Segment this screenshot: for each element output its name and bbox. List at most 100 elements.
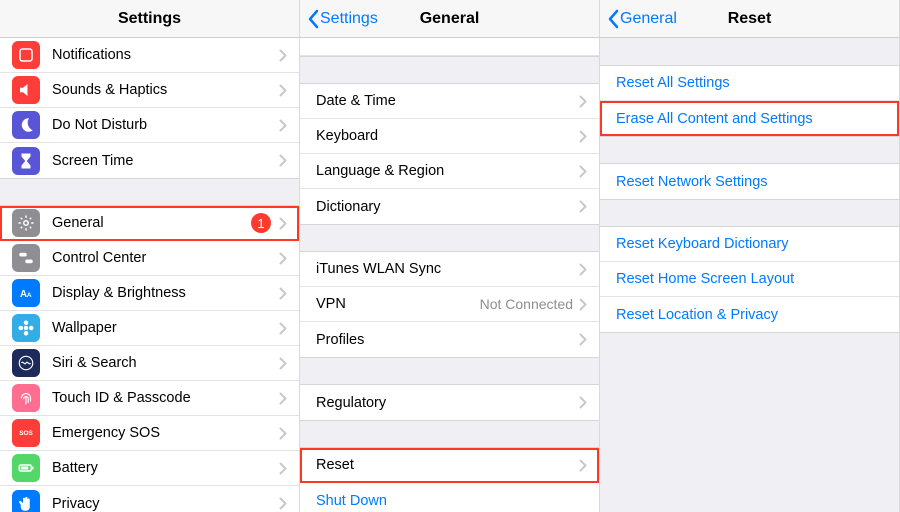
chevron-right-icon xyxy=(279,119,287,132)
chevron-right-icon xyxy=(279,287,287,300)
sidebar-item-general[interactable]: General1 xyxy=(0,206,299,241)
back-button[interactable]: General xyxy=(606,0,677,38)
row-label: Battery xyxy=(52,460,277,476)
chevron-right-icon xyxy=(279,357,287,370)
chevron-right-icon xyxy=(279,154,287,167)
notifications-icon xyxy=(12,41,40,69)
svg-text:A: A xyxy=(20,289,27,300)
chevron-right-icon xyxy=(579,396,587,409)
row-label: Siri & Search xyxy=(52,355,277,371)
row-label: Privacy xyxy=(52,496,277,512)
row-reset-all-settings[interactable]: Reset All Settings xyxy=(600,66,899,101)
sos-icon: SOS xyxy=(12,419,40,447)
moon-icon xyxy=(12,111,40,139)
siri-icon xyxy=(12,349,40,377)
row-label: Touch ID & Passcode xyxy=(52,390,277,406)
row-label: Regulatory xyxy=(316,395,579,411)
reset-list: Reset All Settings Erase All Content and … xyxy=(600,38,899,512)
row-label: Language & Region xyxy=(316,163,579,179)
row-profiles[interactable]: Profiles xyxy=(300,322,599,357)
sidebar-item-wallpaper[interactable]: Wallpaper xyxy=(0,311,299,346)
row-vpn[interactable]: VPNNot Connected xyxy=(300,287,599,322)
sidebar-item-touch-id-passcode[interactable]: Touch ID & Passcode xyxy=(0,381,299,416)
row-reset-network-settings[interactable]: Reset Network Settings xyxy=(600,164,899,199)
row-label: Wallpaper xyxy=(52,320,277,336)
settings-panel: Settings Notifications Sounds & Haptics Do… xyxy=(0,0,300,512)
row-label: Do Not Disturb xyxy=(52,117,277,133)
row-shut-down[interactable]: Shut Down xyxy=(300,483,599,512)
chevron-right-icon xyxy=(279,252,287,265)
row-label: Reset Network Settings xyxy=(616,174,887,190)
row-label: General xyxy=(52,215,251,231)
battery-icon xyxy=(12,454,40,482)
row-itunes-wlan-sync[interactable]: iTunes WLAN Sync xyxy=(300,252,599,287)
chevron-right-icon xyxy=(279,392,287,405)
sidebar-item-do-not-disturb[interactable]: Do Not Disturb xyxy=(0,108,299,143)
row-label: Screen Time xyxy=(52,153,277,169)
general-panel: Settings General Date & Time Keyboard Lang… xyxy=(300,0,600,512)
row-label: Reset Location & Privacy xyxy=(616,307,887,323)
back-button[interactable]: Settings xyxy=(306,0,378,38)
chevron-right-icon xyxy=(279,322,287,335)
chevron-right-icon xyxy=(279,84,287,97)
row-reset[interactable]: Reset xyxy=(300,448,599,483)
sidebar-item-notifications[interactable]: Notifications xyxy=(0,38,299,73)
general-list: Date & Time Keyboard Language & Region Dict… xyxy=(300,38,599,512)
row-regulatory[interactable]: Regulatory xyxy=(300,385,599,420)
sidebar-item-control-center[interactable]: Control Center xyxy=(0,241,299,276)
sidebar-item-screen-time[interactable]: Screen Time xyxy=(0,143,299,178)
sidebar-item-sounds-haptics[interactable]: Sounds & Haptics xyxy=(0,73,299,108)
aa-icon: AA xyxy=(12,279,40,307)
row-label: Display & Brightness xyxy=(52,285,277,301)
hourglass-icon xyxy=(12,147,40,175)
row-reset-keyboard-dictionary[interactable]: Reset Keyboard Dictionary xyxy=(600,227,899,262)
sidebar-item-emergency-sos[interactable]: SOSEmergency SOS xyxy=(0,416,299,451)
row-label: Profiles xyxy=(316,332,579,348)
svg-text:A: A xyxy=(27,292,32,299)
chevron-right-icon xyxy=(579,298,587,311)
page-title: Reset xyxy=(728,10,772,28)
row-keyboard[interactable]: Keyboard xyxy=(300,119,599,154)
fingerprint-icon xyxy=(12,384,40,412)
header: Settings General xyxy=(300,0,599,38)
back-label: Settings xyxy=(320,10,378,28)
chevron-right-icon xyxy=(579,333,587,346)
sidebar-item-battery[interactable]: Battery xyxy=(0,451,299,486)
chevron-right-icon xyxy=(579,95,587,108)
row-label: Reset Keyboard Dictionary xyxy=(616,236,887,252)
chevron-right-icon xyxy=(579,130,587,143)
chevron-right-icon xyxy=(279,462,287,475)
sounds-icon xyxy=(12,76,40,104)
row-label: Dictionary xyxy=(316,199,579,215)
header: Settings xyxy=(0,0,299,38)
row-dictionary[interactable]: Dictionary xyxy=(300,189,599,224)
page-title: Settings xyxy=(118,10,181,28)
row-label: iTunes WLAN Sync xyxy=(316,261,579,277)
sidebar-item-display-brightness[interactable]: AA Display & Brightness xyxy=(0,276,299,311)
chevron-right-icon xyxy=(579,263,587,276)
row-language-region[interactable]: Language & Region xyxy=(300,154,599,189)
row-erase-all-content-and-settings[interactable]: Erase All Content and Settings xyxy=(600,101,899,136)
chevron-right-icon xyxy=(279,427,287,440)
row-label: Sounds & Haptics xyxy=(52,82,277,98)
chevron-right-icon xyxy=(579,200,587,213)
row-label: Notifications xyxy=(52,47,277,63)
sidebar-item-siri-search[interactable]: Siri & Search xyxy=(0,346,299,381)
row-reset-home-screen-layout[interactable]: Reset Home Screen Layout xyxy=(600,262,899,297)
row-label: VPN xyxy=(316,296,480,312)
chevron-right-icon xyxy=(579,165,587,178)
chevron-right-icon xyxy=(279,217,287,230)
hand-icon xyxy=(12,490,40,512)
row-date-time[interactable]: Date & Time xyxy=(300,84,599,119)
flower-icon xyxy=(12,314,40,342)
chevron-right-icon xyxy=(579,459,587,472)
row-label: Date & Time xyxy=(316,93,579,109)
row-label: Erase All Content and Settings xyxy=(616,111,887,127)
row-label: Reset Home Screen Layout xyxy=(616,271,887,287)
row-label: Reset All Settings xyxy=(616,75,887,91)
sidebar-item-privacy[interactable]: Privacy xyxy=(0,486,299,512)
switches-icon xyxy=(12,244,40,272)
row-label: Keyboard xyxy=(316,128,579,144)
chevron-right-icon xyxy=(279,49,287,62)
row-reset-location-privacy[interactable]: Reset Location & Privacy xyxy=(600,297,899,332)
